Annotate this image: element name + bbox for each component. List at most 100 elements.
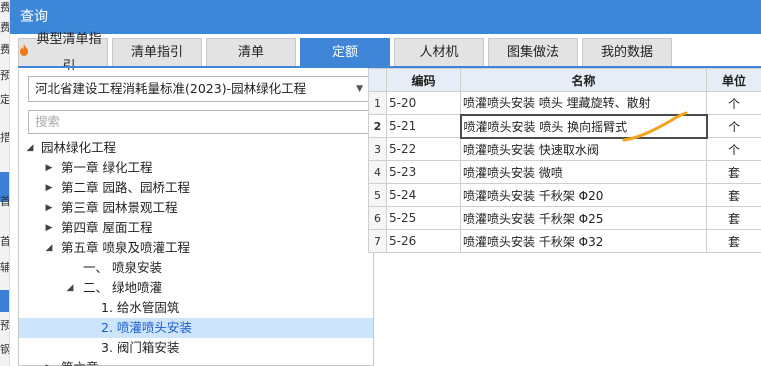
tree-node-label: 1. 给水管固筑 xyxy=(101,300,180,315)
tree-panel: 河北省建设工程消耗量标准(2023)-园林绿化工程 ▼ 搜索 ◢ 园林绿化工程 … xyxy=(18,70,374,366)
window-title: 查询 xyxy=(10,0,761,34)
collapse-arrow-icon[interactable]: ▶ xyxy=(44,198,54,218)
background-char: 费 xyxy=(0,1,10,14)
search-input[interactable]: 搜索 xyxy=(28,110,370,134)
library-select[interactable]: 河北省建设工程消耗量标准(2023)-园林绿化工程 ▼ xyxy=(28,76,370,102)
row-code[interactable]: 5-24 xyxy=(386,183,461,207)
table-row[interactable]: 7 5-26 喷灌喷头安装 千秋架 Φ32 套 xyxy=(368,229,761,253)
background-selection xyxy=(0,290,9,312)
row-code[interactable]: 5-26 xyxy=(386,229,461,253)
table-row[interactable]: 6 5-25 喷灌喷头安装 千秋架 Φ25 套 xyxy=(368,206,761,230)
row-code[interactable]: 5-22 xyxy=(386,137,461,161)
tree-node[interactable]: 3. 阀门箱安装 xyxy=(19,338,373,358)
query-dialog: 查询 典型清单指引 清单指引 清单 定额 人材机 图集做法 我的数据 河北省建设… xyxy=(10,0,761,366)
table-row-current[interactable]: 2 5-21 喷灌喷头安装 喷头 换向摇臂式 个 xyxy=(368,113,761,139)
row-unit[interactable]: 套 xyxy=(706,229,761,253)
tab-quota[interactable]: 定额 xyxy=(300,38,390,66)
background-char: 首 xyxy=(0,195,10,208)
row-index: 3 xyxy=(368,137,387,161)
tree-node-label: 第二章 园路、园桥工程 xyxy=(61,180,190,195)
chapter-tree: ◢ 园林绿化工程 ▶ 第一章 绿化工程 ▶ 第二章 园路、园桥工程 ▶ 第三章 … xyxy=(19,138,373,366)
collapse-arrow-icon[interactable]: ▶ xyxy=(44,218,54,238)
tab-typical-list-guide[interactable]: 典型清单指引 xyxy=(18,32,108,74)
background-char: 辅 xyxy=(0,261,10,274)
dropdown-arrow-icon[interactable]: ▼ xyxy=(356,77,363,101)
tree-node[interactable]: 1. 给水管固筑 xyxy=(19,298,373,318)
background-char: 预 xyxy=(0,69,10,82)
tree-node[interactable]: ▶ 第四章 屋面工程 xyxy=(19,218,373,238)
background-char: 费 xyxy=(0,21,10,34)
tab-list[interactable]: 清单 xyxy=(206,38,296,66)
tree-node-label: 第六章 ... xyxy=(61,358,114,366)
row-index: 7 xyxy=(368,229,387,253)
tab-label: 清单指引 xyxy=(130,45,183,60)
row-unit[interactable]: 个 xyxy=(706,114,761,138)
tree-node-label: 第四章 屋面工程 xyxy=(61,220,153,235)
row-code[interactable]: 5-20 xyxy=(386,91,461,115)
expand-arrow-icon[interactable]: ◢ xyxy=(65,278,75,298)
row-name[interactable]: 喷灌喷头安装 微喷 xyxy=(460,160,707,184)
table-header-row: 编码 名称 单位 xyxy=(368,68,761,92)
tree-node-label: 二、 绿地喷灌 xyxy=(83,280,162,295)
tree-node-label: 2. 喷灌喷头安装 xyxy=(101,320,192,335)
tree-node[interactable]: 一、 喷泉安装 xyxy=(19,258,373,278)
row-unit[interactable]: 个 xyxy=(706,137,761,161)
table-row[interactable]: 3 5-22 喷灌喷头安装 快速取水阀 个 xyxy=(368,137,761,161)
background-window-strip: 费 费 费 预 定 措 首 首 辅 预 钢 xyxy=(0,0,10,366)
tree-node-selected[interactable]: 2. 喷灌喷头安装 xyxy=(19,318,373,338)
quota-table-panel: 编码 名称 单位 1 5-20 喷灌喷头安装 喷头 埋藏旋转、散射 个 2 5-… xyxy=(368,68,761,366)
tree-node[interactable]: ◢ 园林绿化工程 xyxy=(19,138,373,158)
row-index: 2 xyxy=(368,114,387,138)
tree-node[interactable]: ◢ 二、 绿地喷灌 xyxy=(19,278,373,298)
tab-bar: 典型清单指引 清单指引 清单 定额 人材机 图集做法 我的数据 xyxy=(18,32,676,74)
background-char: 预 xyxy=(0,319,10,332)
library-select-value: 河北省建设工程消耗量标准(2023)-园林绿化工程 xyxy=(35,81,307,96)
collapse-arrow-icon[interactable]: ▶ xyxy=(44,158,54,178)
tree-node-label: 第一章 绿化工程 xyxy=(61,160,153,175)
tree-node-label: 3. 阀门箱安装 xyxy=(101,340,180,355)
header-unit[interactable]: 单位 xyxy=(706,68,761,92)
row-code[interactable]: 5-25 xyxy=(386,206,461,230)
background-char: 定 xyxy=(0,93,10,106)
tab-list-guide[interactable]: 清单指引 xyxy=(112,38,202,66)
tree-node-label: 园林绿化工程 xyxy=(41,140,117,155)
row-index: 6 xyxy=(368,206,387,230)
row-index: 4 xyxy=(368,160,387,184)
tab-atlas-method[interactable]: 图集做法 xyxy=(488,38,578,66)
expand-arrow-icon[interactable]: ◢ xyxy=(25,138,35,158)
row-index: 1 xyxy=(368,91,387,115)
row-name[interactable]: 喷灌喷头安装 千秋架 Φ20 xyxy=(460,183,707,207)
row-name[interactable]: 喷灌喷头安装 千秋架 Φ32 xyxy=(460,229,707,253)
tab-label: 图集做法 xyxy=(506,45,559,60)
tree-node-label: 第三章 园林景观工程 xyxy=(61,200,178,215)
table-row[interactable]: 1 5-20 喷灌喷头安装 喷头 埋藏旋转、散射 个 xyxy=(368,91,761,115)
background-char: 措 xyxy=(0,131,10,144)
tree-node[interactable]: ▶ 第二章 园路、园桥工程 xyxy=(19,178,373,198)
row-unit[interactable]: 套 xyxy=(706,206,761,230)
collapse-arrow-icon[interactable]: ▶ xyxy=(44,358,54,366)
quota-table: 编码 名称 单位 1 5-20 喷灌喷头安装 喷头 埋藏旋转、散射 个 2 5-… xyxy=(368,68,761,253)
background-char: 钢 xyxy=(0,343,10,356)
tree-node[interactable]: ◢ 第五章 喷泉及喷灌工程 xyxy=(19,238,373,258)
row-code[interactable]: 5-21 xyxy=(386,114,461,138)
collapse-arrow-icon[interactable]: ▶ xyxy=(44,178,54,198)
header-name[interactable]: 名称 xyxy=(460,68,707,92)
row-unit[interactable]: 套 xyxy=(706,160,761,184)
tab-labor-material-machine[interactable]: 人材机 xyxy=(394,38,484,66)
row-name[interactable]: 喷灌喷头安装 千秋架 Φ25 xyxy=(460,206,707,230)
row-unit[interactable]: 个 xyxy=(706,91,761,115)
fire-icon xyxy=(19,39,29,66)
tab-my-data[interactable]: 我的数据 xyxy=(582,38,672,66)
tree-node[interactable]: ▶ 第三章 园林景观工程 xyxy=(19,198,373,218)
annotation-scribble xyxy=(622,111,688,142)
expand-arrow-icon[interactable]: ◢ xyxy=(44,238,54,258)
table-row[interactable]: 5 5-24 喷灌喷头安装 千秋架 Φ20 套 xyxy=(368,183,761,207)
tree-node[interactable]: ▶ 第六章 ... xyxy=(19,358,373,366)
tab-label: 定额 xyxy=(331,45,358,60)
tree-node[interactable]: ▶ 第一章 绿化工程 xyxy=(19,158,373,178)
row-code[interactable]: 5-23 xyxy=(386,160,461,184)
tab-label: 人材机 xyxy=(419,45,459,60)
header-code[interactable]: 编码 xyxy=(386,68,461,92)
row-unit[interactable]: 套 xyxy=(706,183,761,207)
table-row[interactable]: 4 5-23 喷灌喷头安装 微喷 套 xyxy=(368,160,761,184)
